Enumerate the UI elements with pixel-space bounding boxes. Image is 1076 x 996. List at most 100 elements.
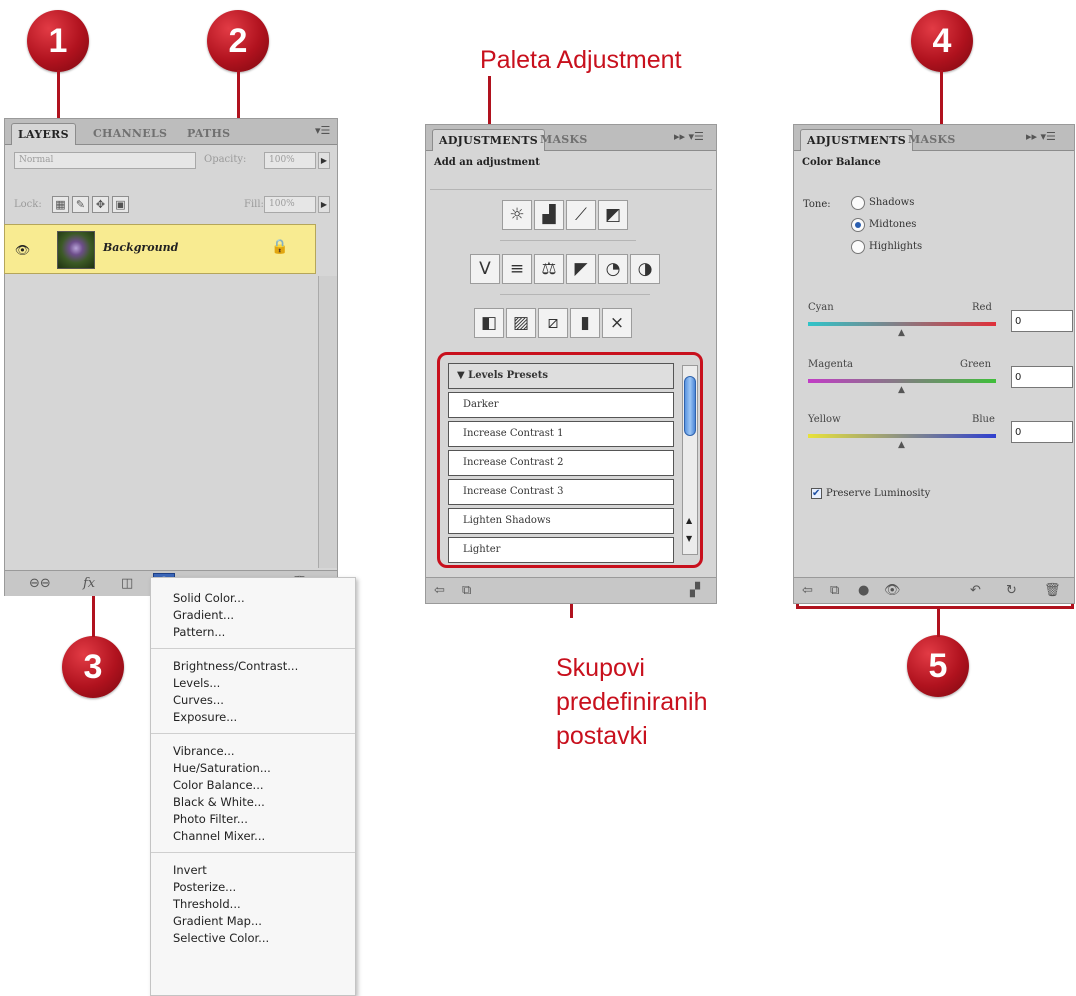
cyan-red-knob[interactable]: ▲: [898, 328, 905, 338]
radio-shadows[interactable]: [851, 196, 865, 210]
panel-menu-icon[interactable]: ▾☰: [315, 124, 330, 137]
fill-input[interactable]: 100%: [264, 196, 316, 213]
previous-state-icon[interactable]: ↶: [970, 583, 981, 598]
menu-item-gradient[interactable]: Gradient...: [151, 607, 355, 624]
menu-item-color-balance[interactable]: Color Balance...: [151, 777, 355, 794]
presets-list: ▼ Levels Presets Darker Increase Contras…: [437, 352, 703, 568]
view-toggle-icon[interactable]: ⧉: [462, 583, 471, 598]
yellow-blue-knob[interactable]: ▲: [898, 440, 905, 450]
layer-name: Background: [103, 241, 179, 254]
panel-menu-icon[interactable]: ▸▸ ▾☰: [1026, 130, 1056, 143]
preset-group-header[interactable]: ▼ Levels Presets: [448, 363, 674, 389]
scroll-down-icon[interactable]: ▼: [686, 534, 692, 543]
invert-icon[interactable]: ◧: [474, 308, 504, 338]
fx-icon[interactable]: fx: [83, 576, 95, 591]
menu-item-selective-color[interactable]: Selective Color...: [151, 930, 355, 947]
opacity-input[interactable]: 100%: [264, 152, 316, 169]
magenta-green-input[interactable]: 0: [1011, 366, 1073, 388]
menu-item-brightness-contrast[interactable]: Brightness/Contrast...: [151, 658, 355, 675]
exposure-icon[interactable]: ◩: [598, 200, 628, 230]
magenta-green-track[interactable]: [808, 379, 996, 383]
menu-item-curves[interactable]: Curves...: [151, 692, 355, 709]
preset-item[interactable]: Increase Contrast 3: [448, 479, 674, 505]
black-white-icon[interactable]: ◤: [566, 254, 596, 284]
curves-icon[interactable]: ⟋: [566, 200, 596, 230]
preset-item[interactable]: Increase Contrast 1: [448, 421, 674, 447]
vibrance-icon[interactable]: V: [470, 254, 500, 284]
expand-view-icon[interactable]: ▞: [690, 583, 700, 598]
menu-separator: [151, 852, 355, 853]
menu-item-black-white[interactable]: Black & White...: [151, 794, 355, 811]
presets-scroll-thumb[interactable]: [684, 376, 696, 436]
presets-scrollbar[interactable]: ▲ ▼: [682, 365, 698, 555]
levels-icon[interactable]: ▟: [534, 200, 564, 230]
brightness-contrast-icon[interactable]: ☼: [502, 200, 532, 230]
tab-masks[interactable]: MASKS: [534, 129, 594, 151]
preset-item[interactable]: Lighter: [448, 537, 674, 563]
preset-item[interactable]: Lighten Shadows: [448, 508, 674, 534]
tab-adjustments[interactable]: ADJUSTMENTS: [432, 129, 546, 151]
tab-paths[interactable]: PATHS: [181, 123, 236, 145]
panel-menu-icon[interactable]: ▸▸ ▾☰: [674, 130, 704, 143]
color-balance-icon[interactable]: ⚖: [534, 254, 564, 284]
clip-to-layer-icon[interactable]: ●: [858, 583, 869, 598]
opacity-arrow[interactable]: ▶: [318, 152, 330, 169]
menu-item-levels[interactable]: Levels...: [151, 675, 355, 692]
cyan-red-input[interactable]: 0: [1011, 310, 1073, 332]
tab-masks[interactable]: MASKS: [902, 129, 962, 151]
visibility-icon[interactable]: 👁: [884, 583, 901, 598]
return-icon[interactable]: ⇦: [802, 583, 813, 598]
adjustment-icons-row1: ☼ ▟ ⟋ ◩: [502, 200, 628, 230]
menu-item-photo-filter[interactable]: Photo Filter...: [151, 811, 355, 828]
eye-icon[interactable]: 👁: [15, 243, 30, 257]
trash-icon[interactable]: 🗑: [1044, 583, 1061, 598]
menu-item-channel-mixer[interactable]: Channel Mixer...: [151, 828, 355, 845]
preserve-luminosity-checkbox[interactable]: ✔: [811, 488, 822, 499]
reset-icon[interactable]: ↻: [1006, 583, 1017, 598]
layer-row-background[interactable]: 👁 Background 🔒: [4, 224, 316, 274]
fill-arrow[interactable]: ▶: [318, 196, 330, 213]
yellow-blue-input[interactable]: 0: [1011, 421, 1073, 443]
yellow-blue-track[interactable]: [808, 434, 996, 438]
tab-channels[interactable]: CHANNELS: [87, 123, 173, 145]
blend-mode-select[interactable]: Normal: [14, 152, 196, 169]
color-balance-tabbar: ADJUSTMENTS MASKS ▸▸ ▾☰: [794, 125, 1074, 151]
adjustment-icons-row3: ◧ ▨ ⧄ ▮ ⨯: [474, 308, 632, 338]
magenta-green-knob[interactable]: ▲: [898, 385, 905, 395]
menu-item-threshold[interactable]: Threshold...: [151, 896, 355, 913]
menu-item-vibrance[interactable]: Vibrance...: [151, 743, 355, 760]
layers-scrollbar[interactable]: [318, 276, 337, 568]
menu-item-exposure[interactable]: Exposure...: [151, 709, 355, 726]
layers-panel: LAYERS CHANNELS PATHS ▾☰: [4, 118, 338, 596]
scroll-up-icon[interactable]: ▲: [686, 516, 692, 525]
lock-all-icon[interactable]: ▣: [112, 196, 129, 213]
view-toggle-icon[interactable]: ⧉: [830, 583, 839, 598]
gradient-map-icon[interactable]: ▮: [570, 308, 600, 338]
menu-item-posterize[interactable]: Posterize...: [151, 879, 355, 896]
menu-item-invert[interactable]: Invert: [151, 862, 355, 879]
lock-move-icon[interactable]: ✥: [92, 196, 109, 213]
hue-saturation-icon[interactable]: ≡: [502, 254, 532, 284]
menu-item-pattern[interactable]: Pattern...: [151, 624, 355, 641]
cyan-red-track[interactable]: [808, 322, 996, 326]
radio-highlights-label: Highlights: [869, 241, 923, 252]
selective-color-icon[interactable]: ⨯: [602, 308, 632, 338]
posterize-icon[interactable]: ▨: [506, 308, 536, 338]
threshold-icon[interactable]: ⧄: [538, 308, 568, 338]
radio-midtones[interactable]: [851, 218, 865, 232]
menu-item-solid-color[interactable]: Solid Color...: [151, 590, 355, 607]
tab-adjustments[interactable]: ADJUSTMENTS: [800, 129, 914, 151]
return-icon[interactable]: ⇦: [434, 583, 445, 598]
lock-paint-icon[interactable]: ✎: [72, 196, 89, 213]
photo-filter-icon[interactable]: ◔: [598, 254, 628, 284]
channel-mixer-icon[interactable]: ◑: [630, 254, 660, 284]
radio-highlights[interactable]: [851, 240, 865, 254]
preset-item[interactable]: Increase Contrast 2: [448, 450, 674, 476]
preset-item[interactable]: Darker: [448, 392, 674, 418]
mask-icon[interactable]: ◫: [121, 576, 133, 591]
tab-layers[interactable]: LAYERS: [11, 123, 76, 145]
menu-item-hue-saturation[interactable]: Hue/Saturation...: [151, 760, 355, 777]
lock-transparent-icon[interactable]: ▦: [52, 196, 69, 213]
menu-item-gradient-map[interactable]: Gradient Map...: [151, 913, 355, 930]
link-icon[interactable]: ⊖⊖: [29, 576, 51, 591]
